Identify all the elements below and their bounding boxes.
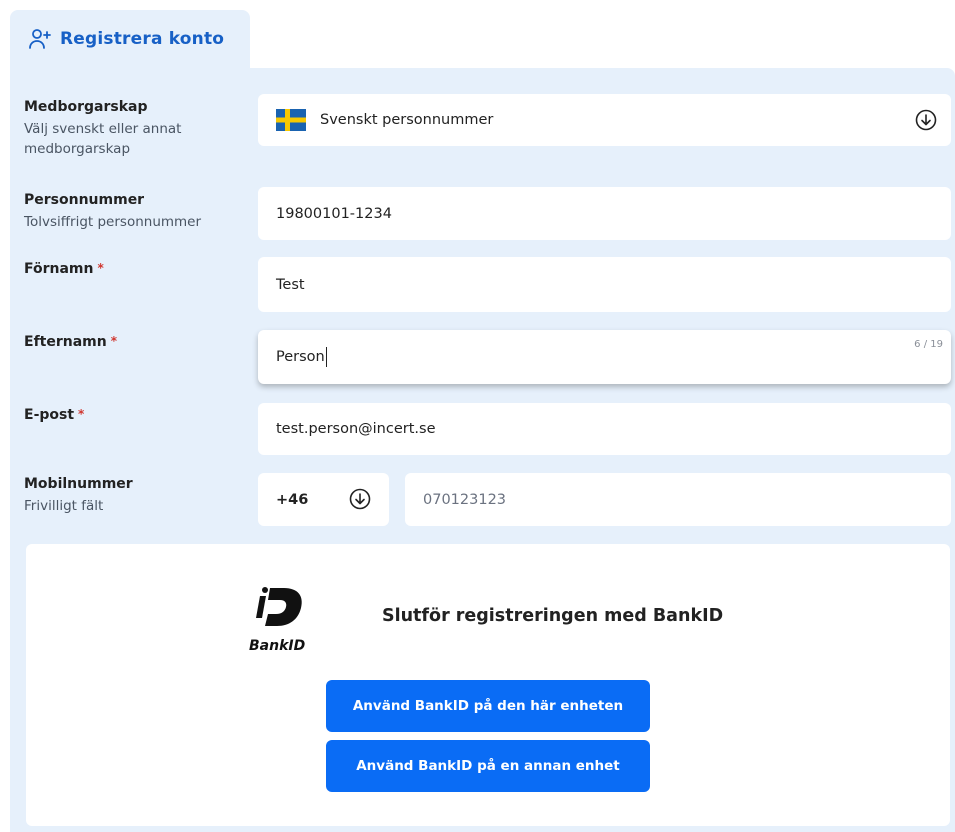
chevron-down-icon[interactable]	[349, 488, 371, 510]
efternamn-input[interactable]: Person 6 / 19	[258, 330, 951, 384]
fornamn-label-group: Förnamn *	[24, 261, 104, 277]
bankid-logo-text: BankID	[249, 638, 305, 654]
mobil-hint: Frivilligt fält	[24, 498, 104, 514]
epost-label-group: E-post *	[24, 407, 84, 423]
required-marker: *	[110, 334, 117, 348]
add-user-icon	[28, 27, 52, 51]
tab-register-account[interactable]: Registrera konto	[10, 10, 250, 68]
epost-value: test.person@incert.se	[276, 421, 436, 437]
efternamn-label: Efternamn	[24, 334, 107, 350]
bankid-title: Slutför registreringen med BankID	[382, 606, 724, 626]
fornamn-value: Test	[276, 276, 305, 293]
use-bankid-other-device-button[interactable]: Använd BankID på en annan enhet	[326, 740, 650, 792]
personnummer-label: Personnummer	[24, 192, 145, 208]
personnummer-hint: Tolvsiffrigt personnummer	[24, 214, 202, 230]
personnummer-input[interactable]: 19800101-1234	[258, 187, 951, 240]
efternamn-label-group: Efternamn *	[24, 334, 117, 350]
personnummer-value: 19800101-1234	[276, 205, 392, 222]
efternamn-value: Person	[276, 349, 325, 365]
tab-label: Registrera konto	[60, 29, 225, 49]
citizenship-label-group: Medborgarskap Välj svenskt eller annat m…	[24, 99, 214, 159]
fornamn-input[interactable]: Test	[258, 257, 951, 312]
country-code-value: +46	[276, 491, 309, 508]
citizenship-value: Svenskt personnummer	[320, 112, 494, 128]
country-code-select[interactable]: +46	[258, 473, 389, 526]
bankid-logo-icon: BankID	[249, 587, 305, 654]
mobile-number-placeholder: 070123123	[423, 491, 507, 508]
citizenship-hint: Välj svenskt eller annat medborgarskap	[24, 121, 182, 157]
required-marker: *	[97, 261, 104, 275]
bankid-section: BankID Slutför registreringen med BankID…	[26, 544, 950, 826]
use-bankid-this-device-button[interactable]: Använd BankID på den här enheten	[326, 680, 650, 732]
epost-label: E-post	[24, 407, 75, 423]
citizenship-select[interactable]: Svenskt personnummer	[258, 94, 951, 146]
mobil-label: Mobilnummer	[24, 476, 133, 492]
citizenship-label: Medborgarskap	[24, 99, 148, 115]
chevron-down-icon[interactable]	[915, 109, 937, 131]
fornamn-label: Förnamn	[24, 261, 94, 277]
mobile-number-input[interactable]: 070123123	[405, 473, 951, 526]
mobil-label-group: Mobilnummer Frivilligt fält	[24, 476, 133, 516]
epost-input[interactable]: test.person@incert.se	[258, 403, 951, 455]
sweden-flag-icon	[276, 109, 306, 131]
registration-form: Medborgarskap Välj svenskt eller annat m…	[10, 68, 955, 832]
required-marker: *	[78, 407, 85, 421]
personnummer-label-group: Personnummer Tolvsiffrigt personnummer	[24, 192, 201, 232]
text-caret	[325, 347, 327, 367]
character-counter: 6 / 19	[914, 339, 943, 350]
